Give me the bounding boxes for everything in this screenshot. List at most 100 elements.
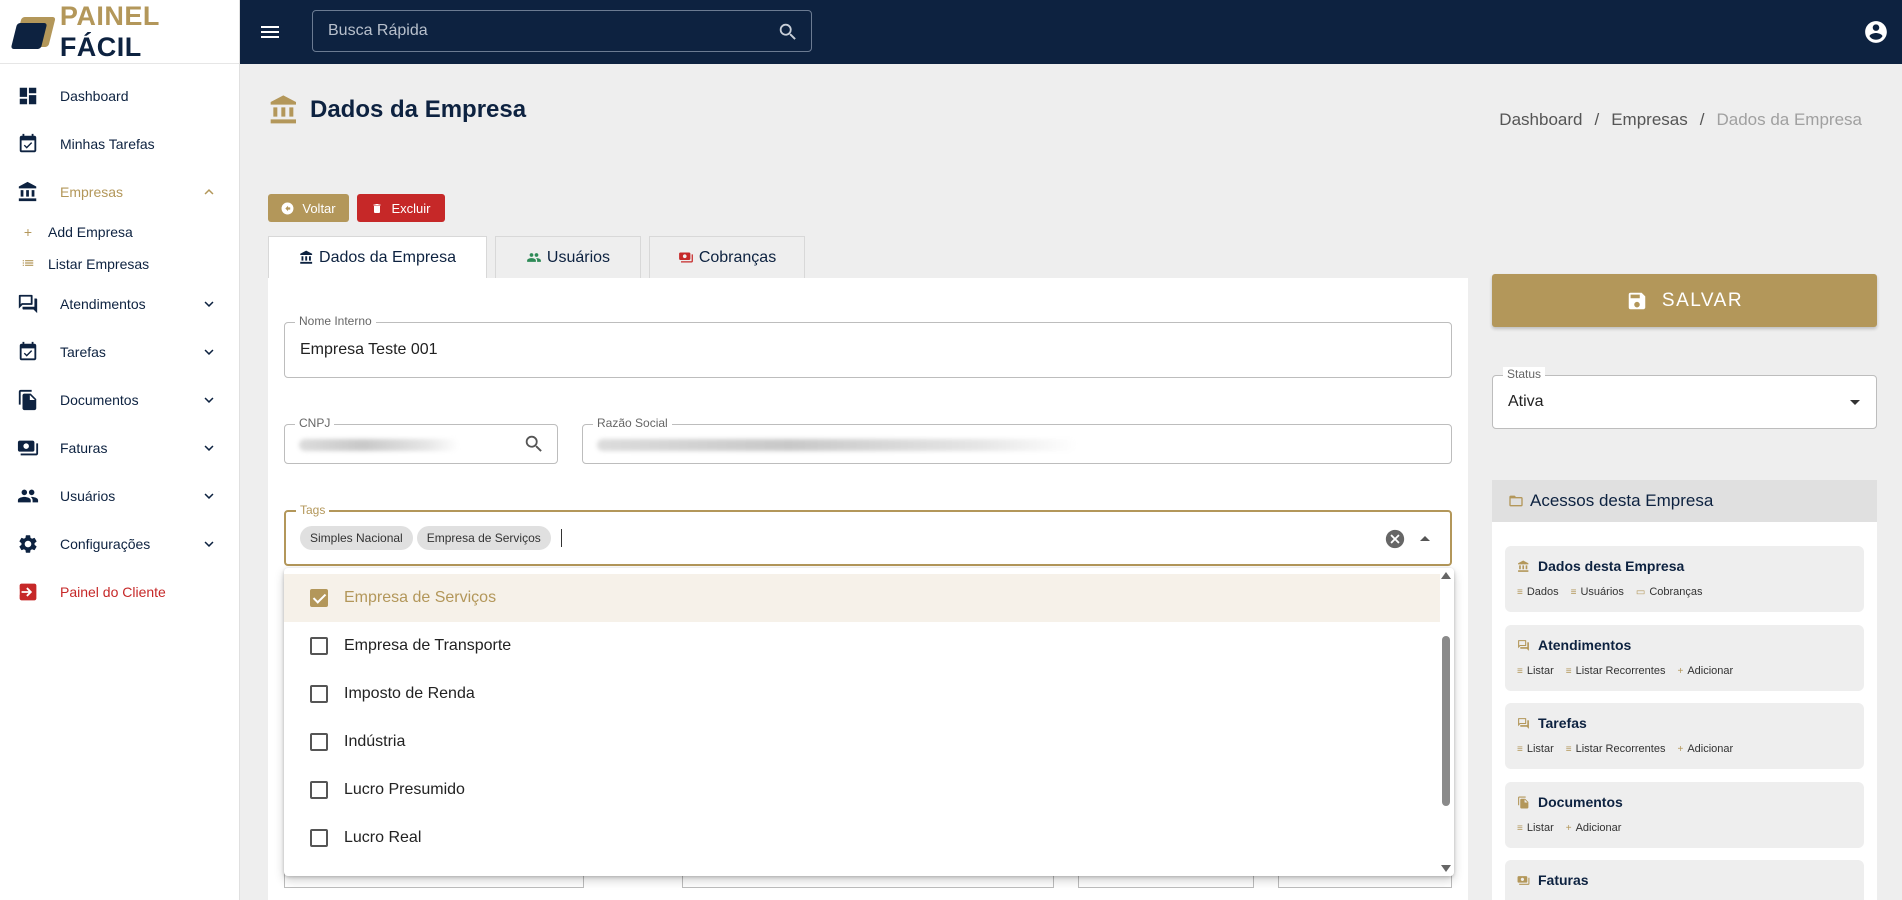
page-title: Dados da Empresa (268, 94, 526, 126)
access-link-label: Dados (1526, 586, 1559, 598)
logo[interactable]: PAINEL FÁCIL (0, 0, 239, 64)
tag-chip[interactable]: Simples Nacional (300, 526, 413, 550)
sidebar-item-label: Empresas (60, 184, 124, 200)
search-icon[interactable] (523, 433, 545, 460)
caret-up-icon[interactable] (1420, 536, 1430, 541)
access-link-label: Listar (1526, 665, 1554, 677)
access-card-atendimentos: Atendimentos ≡ Listar ≡ Listar Recorrentes… (1505, 625, 1864, 691)
chat-icon (1517, 717, 1530, 730)
checkbox[interactable] (310, 781, 328, 799)
access-link-label: Listar (1526, 743, 1554, 755)
sidebar-item-label: Faturas (60, 440, 108, 456)
access-link-label: Listar Recorrentes (1575, 743, 1666, 755)
cnpj-field[interactable]: CNPJ (284, 416, 558, 464)
clear-icon[interactable] (1384, 528, 1406, 555)
tab-label: Dados da Empresa (319, 248, 456, 266)
sidebar-item-label: Atendimentos (60, 296, 146, 312)
bank-icon (1517, 560, 1530, 573)
dropdown-scrollbar[interactable] (1440, 568, 1454, 876)
list-icon: ≡ (1517, 822, 1523, 834)
sidebar-nav: Dashboard Minhas Tarefas Empresas + Add … (0, 64, 239, 616)
sidebar-item-minhas-tarefas[interactable]: Minhas Tarefas (0, 120, 239, 168)
save-button[interactable]: SALVAR (1492, 274, 1877, 327)
access-card-title-text: Dados desta Empresa (1538, 558, 1685, 574)
access-link[interactable]: ≡ Listar (1517, 822, 1554, 834)
dropdown-option[interactable]: Empresa de Transporte (284, 622, 1454, 670)
plus-icon: + (1565, 822, 1572, 834)
access-link-label: Adicionar (1687, 665, 1734, 677)
access-link[interactable]: ≡ Usuários (1571, 586, 1624, 598)
sidebar-item-painel-do-cliente[interactable]: Painel do Cliente (0, 568, 239, 616)
checkbox[interactable] (310, 685, 328, 703)
sidebar-subitem-listar-empresas[interactable]: Listar Empresas (0, 248, 239, 280)
nome-interno-field[interactable]: Nome Interno Empresa Teste 001 (284, 314, 1452, 378)
breadcrumb-separator: / (1594, 110, 1600, 129)
access-card-title-text: Tarefas (1538, 715, 1587, 731)
access-link[interactable]: ≡ Listar (1517, 665, 1554, 677)
tab-label: Cobranças (698, 248, 777, 266)
access-link[interactable]: ≡ Listar (1517, 743, 1554, 755)
breadcrumb-dashboard[interactable]: Dashboard (1499, 110, 1582, 130)
razao-social-field[interactable]: Razão Social (582, 416, 1452, 464)
back-button[interactable]: Voltar (268, 194, 349, 222)
tag-chip[interactable]: Empresa de Serviços (416, 526, 551, 550)
delete-button[interactable]: Excluir (357, 194, 445, 222)
scroll-down-arrow-icon[interactable] (1441, 865, 1451, 872)
account-icon[interactable] (1862, 18, 1890, 46)
tab-dados-da-empresa[interactable]: Dados da Empresa (268, 236, 487, 278)
access-link[interactable]: ≡ Listar Recorrentes (1566, 743, 1666, 755)
access-link[interactable]: + Adicionar (1677, 743, 1733, 755)
status-select[interactable]: Status Ativa (1492, 367, 1877, 429)
checkbox[interactable] (310, 637, 328, 655)
scrollbar-thumb[interactable] (1442, 636, 1450, 806)
billing-icon (678, 250, 694, 265)
search-icon[interactable] (777, 21, 799, 48)
sidebar-item-tarefas[interactable]: Tarefas (0, 328, 239, 376)
access-card-title[interactable]: Dados desta Empresa (1517, 558, 1684, 574)
sidebar-item-dashboard[interactable]: Dashboard (0, 72, 239, 120)
cnpj-value-redacted (299, 439, 459, 451)
access-link-label: Usuários (1580, 586, 1624, 598)
dropdown-option[interactable]: Empresa de Serviços (284, 574, 1454, 622)
breadcrumb-empresas[interactable]: Empresas (1611, 110, 1688, 130)
breadcrumb-separator: / (1699, 110, 1705, 129)
access-link[interactable]: ▭ Cobranças (1636, 586, 1703, 598)
scroll-up-arrow-icon[interactable] (1441, 572, 1451, 579)
access-link[interactable]: ≡ Dados (1517, 586, 1559, 598)
tags-field[interactable]: Tags Simples Nacional Empresa de Serviço… (284, 503, 1452, 566)
access-card-title[interactable]: Atendimentos (1517, 637, 1631, 653)
sidebar-item-configuracoes[interactable]: Configurações (0, 520, 239, 568)
access-link[interactable]: + Adicionar (1566, 822, 1622, 834)
access-link[interactable]: ≡ Listar Recorrentes (1566, 665, 1666, 677)
access-link-label: Adicionar (1687, 743, 1734, 755)
tab-cobrancas[interactable]: Cobranças (649, 236, 805, 278)
access-card-title[interactable]: Faturas (1517, 872, 1589, 888)
checkbox[interactable] (310, 733, 328, 751)
dropdown-option[interactable]: Indústria (284, 718, 1454, 766)
option-label: Imposto de Renda (344, 685, 475, 702)
access-link[interactable]: + Adicionar (1677, 665, 1733, 677)
sidebar: PAINEL FÁCIL Dashboard Minhas Tarefas Em… (0, 0, 240, 900)
logo-text-part2: FÁCIL (59, 31, 142, 62)
sidebar-subitem-add-empresa[interactable]: + Add Empresa (0, 216, 239, 248)
chat-icon (1517, 639, 1530, 652)
tab-usuarios[interactable]: Usuários (495, 236, 641, 278)
checkbox[interactable] (310, 829, 328, 847)
dropdown-option[interactable]: Imposto de Renda (284, 670, 1454, 718)
delete-button-label: Excluir (391, 200, 431, 216)
hamburger-menu-icon[interactable] (256, 18, 284, 46)
sidebar-item-usuarios[interactable]: Usuários (0, 472, 239, 520)
breadcrumb: Dashboard / Empresas / Dados da Empresa (1499, 110, 1862, 130)
search-input[interactable] (313, 11, 753, 51)
sidebar-item-faturas[interactable]: Faturas (0, 424, 239, 472)
checkbox-checked[interactable] (310, 589, 328, 607)
dropdown-option[interactable]: Lucro Presumido (284, 766, 1454, 814)
caret-down-icon[interactable] (1850, 400, 1860, 405)
dropdown-option[interactable]: Lucro Real (284, 814, 1454, 862)
sidebar-item-empresas[interactable]: Empresas (0, 168, 239, 216)
access-card-title[interactable]: Tarefas (1517, 715, 1587, 731)
billing-icon (16, 436, 40, 460)
sidebar-item-atendimentos[interactable]: Atendimentos (0, 280, 239, 328)
sidebar-item-documentos[interactable]: Documentos (0, 376, 239, 424)
access-card-title[interactable]: Documentos (1517, 794, 1623, 810)
